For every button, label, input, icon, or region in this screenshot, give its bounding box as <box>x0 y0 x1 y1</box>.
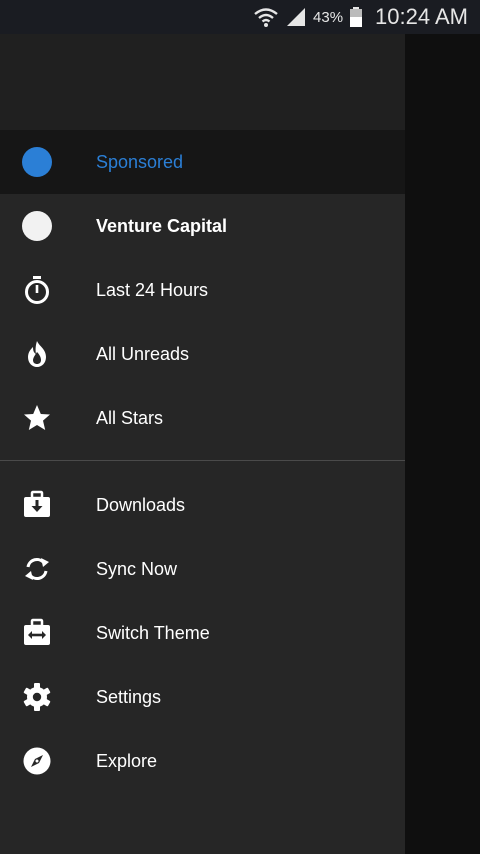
menu-item-label: Explore <box>96 750 158 771</box>
menu-divider <box>0 460 405 461</box>
blue-circle-icon <box>20 145 54 179</box>
wifi-icon <box>253 6 279 28</box>
menu-item-last-24-hours[interactable]: Last 24 Hours <box>0 258 405 322</box>
menu-item-label: Venture Capital <box>96 215 228 236</box>
stopwatch-icon <box>20 273 54 307</box>
menu-item-label: Sponsored <box>96 151 184 172</box>
menu-item-label: Sync Now <box>96 558 178 579</box>
menu-item-label: Settings <box>96 686 162 707</box>
drawer-header <box>0 34 405 130</box>
menu-item-label: All Unreads <box>96 343 190 364</box>
download-briefcase-icon <box>20 488 54 522</box>
drawer-scrim[interactable] <box>405 34 480 854</box>
menu-item-label: Last 24 Hours <box>96 279 209 300</box>
white-circle-icon <box>20 209 54 243</box>
menu-item-venture-capital[interactable]: Venture Capital <box>0 194 405 258</box>
battery-percent: 43% <box>313 8 344 26</box>
menu-item-label: All Stars <box>96 407 164 428</box>
menu-item-settings[interactable]: Settings <box>0 665 405 729</box>
clock: 10:24 AM <box>375 4 468 29</box>
battery-icon <box>349 6 363 28</box>
menu-item-all-unreads[interactable]: All Unreads <box>0 322 405 386</box>
compass-icon <box>20 744 54 778</box>
flame-icon <box>20 337 54 371</box>
menu-item-explore[interactable]: Explore <box>0 729 405 793</box>
gear-icon <box>20 680 54 714</box>
menu-item-all-stars[interactable]: All Stars <box>0 386 405 450</box>
menu-item-switch-theme[interactable]: Switch Theme <box>0 601 405 665</box>
menu-item-sponsored[interactable]: Sponsored <box>0 130 405 194</box>
menu-item-sync-now[interactable]: Sync Now <box>0 537 405 601</box>
star-icon <box>20 401 54 435</box>
switch-theme-icon <box>20 616 54 650</box>
menu-item-downloads[interactable]: Downloads <box>0 473 405 537</box>
status-bar: 43% 10:24 AM <box>0 0 480 34</box>
menu-item-label: Switch Theme <box>96 622 210 643</box>
signal-icon <box>285 6 307 28</box>
menu-item-label: Downloads <box>96 494 186 515</box>
sync-icon <box>20 552 54 586</box>
